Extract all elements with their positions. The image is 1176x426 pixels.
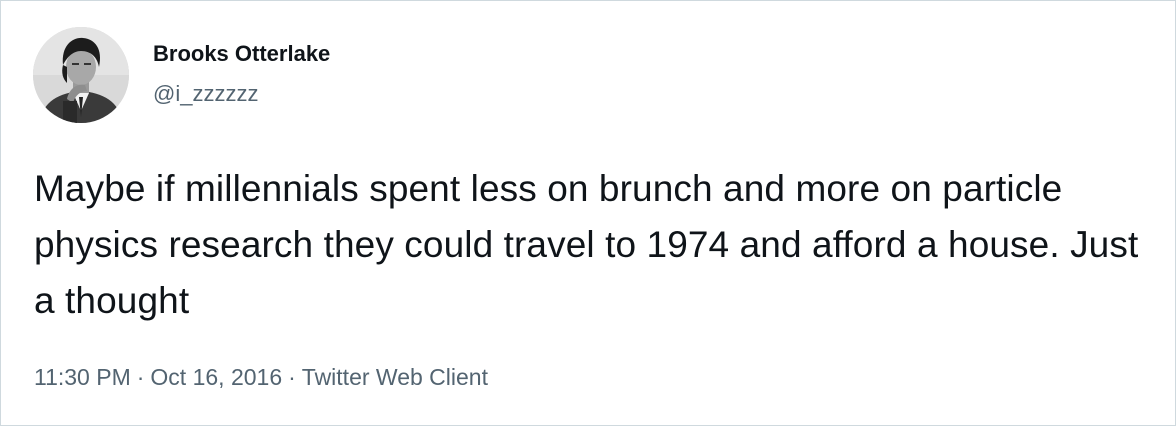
- author-block: Brooks Otterlake @i_zzzzzz: [153, 41, 330, 107]
- avatar[interactable]: [33, 27, 129, 123]
- meta-separator: ·: [136, 364, 145, 390]
- tweet-card: Brooks Otterlake @i_zzzzzz Maybe if mill…: [0, 0, 1176, 426]
- tweet-date-link[interactable]: Oct 16, 2016: [150, 364, 282, 390]
- avatar-photo-icon: [33, 27, 129, 123]
- meta-separator: ·: [288, 364, 296, 390]
- author-display-name[interactable]: Brooks Otterlake: [153, 41, 330, 67]
- tweet-meta: 11:30 PM · Oct 16, 2016 · Twitter Web Client: [34, 362, 488, 392]
- author-handle[interactable]: @i_zzzzzz: [153, 81, 330, 107]
- tweet-source-link[interactable]: Twitter Web Client: [302, 364, 488, 390]
- tweet-text: Maybe if millennials spent less on brunc…: [34, 168, 1139, 321]
- tweet-time-link[interactable]: 11:30 PM: [34, 364, 131, 390]
